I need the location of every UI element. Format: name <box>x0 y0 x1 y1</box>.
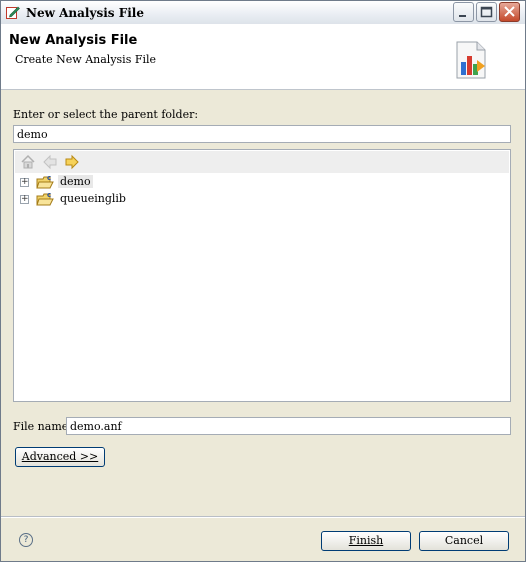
svg-text:c: c <box>47 191 51 199</box>
svg-text:c: c <box>47 174 51 182</box>
edit-pencil-icon <box>6 6 20 19</box>
tree-toolbar <box>15 151 509 173</box>
close-icon <box>504 6 515 17</box>
parent-folder-input[interactable]: demo <box>13 125 511 143</box>
c-project-folder-icon: c <box>36 191 54 206</box>
minimize-button[interactable] <box>453 2 474 22</box>
page-subtitle: Create New Analysis File <box>15 53 157 66</box>
file-name-label: File name: <box>13 420 72 433</box>
divider <box>1 516 525 518</box>
tree-item-label: demo <box>58 175 93 188</box>
finish-button[interactable]: Finish <box>321 531 411 551</box>
expand-toggle[interactable]: + <box>20 178 29 187</box>
forward-arrow-icon[interactable] <box>64 154 80 170</box>
back-arrow-icon[interactable] <box>42 154 58 170</box>
window-title: New Analysis File <box>26 6 144 20</box>
close-button[interactable] <box>499 2 520 22</box>
c-project-folder-icon: c <box>36 174 54 189</box>
advanced-button[interactable]: Advanced >> <box>15 447 105 467</box>
finish-button-label: Finish <box>348 534 384 547</box>
header-banner: New Analysis File Create New Analysis Fi… <box>1 24 525 90</box>
expand-toggle[interactable]: + <box>20 195 29 204</box>
help-icon[interactable]: ? <box>19 533 33 547</box>
home-icon[interactable] <box>20 154 36 170</box>
maximize-icon <box>480 6 493 18</box>
file-name-input[interactable]: demo.anf <box>66 417 511 435</box>
maximize-button[interactable] <box>476 2 497 22</box>
tree-item-label: queueinglib <box>60 192 126 205</box>
page-title: New Analysis File <box>9 33 138 48</box>
minimize-icon <box>459 15 466 17</box>
bar-chart-document-icon <box>456 41 486 79</box>
dialog-window: New Analysis File New Analysis File Crea… <box>0 0 526 562</box>
advanced-button-label: Advanced >> <box>21 450 99 463</box>
folder-tree[interactable]: + c demo + c queueinglib <box>13 149 511 402</box>
title-bar[interactable]: New Analysis File <box>1 1 525 25</box>
cancel-button[interactable]: Cancel <box>419 531 509 551</box>
cancel-button-label: Cancel <box>444 534 484 547</box>
parent-folder-label: Enter or select the parent folder: <box>13 108 199 121</box>
